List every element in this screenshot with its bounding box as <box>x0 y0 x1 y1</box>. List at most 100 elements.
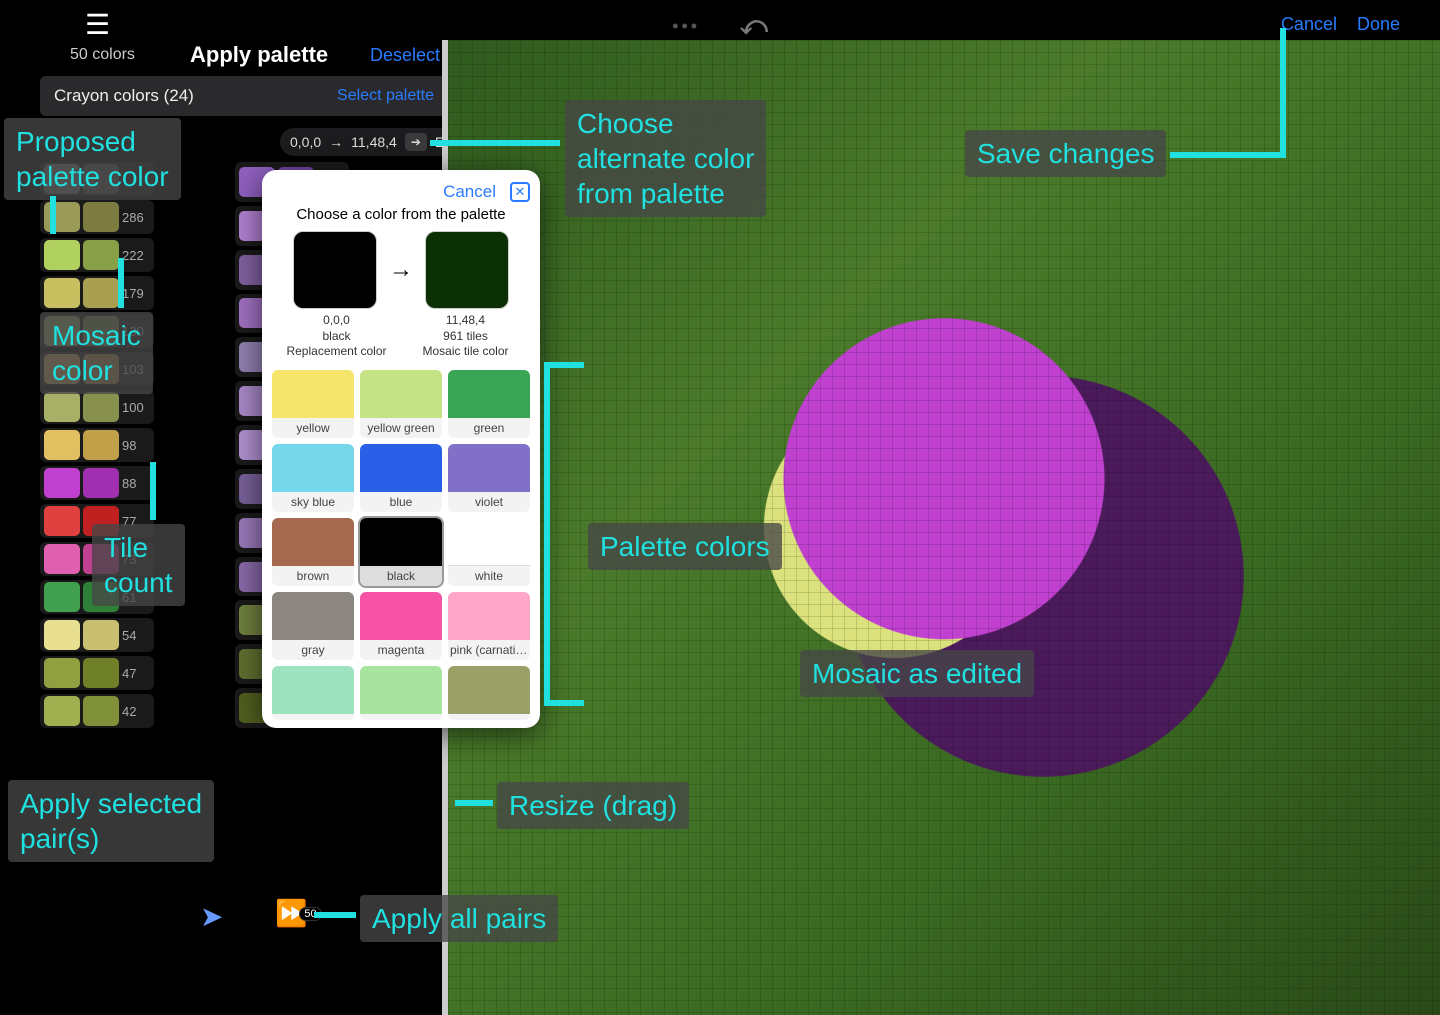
palette-color-blue[interactable]: blue <box>360 444 442 512</box>
color-pair[interactable]: 103 <box>40 352 154 386</box>
proposed-swatch <box>44 278 80 308</box>
cancel-button[interactable]: Cancel <box>1281 14 1337 35</box>
proposed-swatch <box>44 544 80 574</box>
mosaic-swatch <box>83 620 119 650</box>
palette-color-magenta[interactable]: magenta <box>360 592 442 660</box>
more-icon[interactable]: ••• <box>672 16 700 37</box>
color-pair[interactable]: 98 <box>40 428 154 462</box>
deselect-button[interactable]: Deselect <box>370 45 440 66</box>
color-pair[interactable]: 73 <box>40 542 154 576</box>
undo-icon[interactable]: ⤺ <box>740 10 768 42</box>
mosaic-color-swatch <box>425 231 509 309</box>
from-label: Replacement color <box>282 344 392 360</box>
colors-count: 50 colors <box>70 46 135 64</box>
apply-pair-icon[interactable]: ➔ <box>405 133 427 151</box>
proposed-swatch <box>44 658 80 688</box>
palette-color-label: yellow green <box>360 418 442 438</box>
mosaic-swatch <box>83 468 119 498</box>
tilecount: 130 <box>122 324 150 339</box>
palette-color-pink (carnation…[interactable]: pink (carnation… <box>448 592 530 660</box>
palette-color-sky blue[interactable]: sky blue <box>272 444 354 512</box>
palette-color-label: blue <box>360 492 442 512</box>
proposed-swatch <box>44 468 80 498</box>
color-pair[interactable]: 179 <box>40 276 154 310</box>
tilecount: 100 <box>122 400 150 415</box>
palette-color-swatch[interactable] <box>360 666 442 720</box>
popup-title: Choose a color from the palette <box>272 206 530 223</box>
color-picker-popup: Cancel ✕ Choose a color from the palette… <box>262 170 540 728</box>
palette-color-label: violet <box>448 492 530 512</box>
color-pair[interactable]: 61 <box>40 580 154 614</box>
proposed-swatch <box>44 582 80 612</box>
mosaic-swatch <box>83 506 119 536</box>
palette-color-label: yellow <box>272 418 354 438</box>
color-pair[interactable]: 100 <box>40 390 154 424</box>
mapping-pill[interactable]: 0,0,0 → 11,48,4 ➔ Edit <box>280 128 469 156</box>
proposed-swatch <box>44 202 80 232</box>
palette-color-black[interactable]: black <box>360 518 442 586</box>
replacement-color-swatch[interactable] <box>293 231 377 309</box>
palette-color-label: black <box>360 566 442 586</box>
palette-color-swatch[interactable] <box>448 666 530 720</box>
menu-icon[interactable]: ☰ <box>85 8 110 41</box>
tilecount: 179 <box>122 286 150 301</box>
color-pair[interactable]: 286 <box>40 200 154 234</box>
color-pair[interactable] <box>40 162 154 196</box>
tilecount: 61 <box>122 590 150 605</box>
proposed-swatch <box>44 316 80 346</box>
mosaic-preview[interactable] <box>448 40 1440 1015</box>
palette-color-gray[interactable]: gray <box>272 592 354 660</box>
tilecount: 98 <box>122 438 150 453</box>
mosaic-swatch <box>83 544 119 574</box>
color-pair[interactable]: 222 <box>40 238 154 272</box>
tilecount: 77 <box>122 514 150 529</box>
palette-color-label: gray <box>272 640 354 660</box>
tilecount: 73 <box>122 552 150 567</box>
tilecount: 54 <box>122 628 150 643</box>
mosaic-swatch <box>83 278 119 308</box>
palette-color-swatch[interactable] <box>272 666 354 720</box>
proposed-swatch <box>44 430 80 460</box>
apply-selected-icon[interactable]: ➤ <box>200 900 223 933</box>
apply-all-badge: 50 <box>299 907 321 921</box>
color-pair[interactable]: 47 <box>40 656 154 690</box>
mosaic-swatch <box>83 392 119 422</box>
proposed-swatch <box>44 620 80 650</box>
color-pair[interactable]: 88 <box>40 466 154 500</box>
palette-color-yellow[interactable]: yellow <box>272 370 354 438</box>
color-pair[interactable]: 54 <box>40 618 154 652</box>
select-palette-button[interactable]: Select palette <box>337 87 434 105</box>
proposed-swatch <box>44 696 80 726</box>
mosaic-swatch <box>83 354 119 384</box>
palette-color-white[interactable]: white <box>448 518 530 586</box>
color-pair[interactable]: 42 <box>40 694 154 728</box>
apply-all-icon[interactable]: ⏩50 <box>275 898 330 929</box>
done-button[interactable]: Done <box>1357 14 1400 35</box>
palette-color-label: white <box>448 566 530 586</box>
color-pair[interactable]: 77 <box>40 504 154 538</box>
palette-color-brown[interactable]: brown <box>272 518 354 586</box>
pill-to: 11,48,4 <box>351 134 397 150</box>
palette-color-yellow green[interactable]: yellow green <box>360 370 442 438</box>
palette-color-label <box>448 714 530 720</box>
mosaic-swatch <box>83 430 119 460</box>
mosaic-swatch <box>83 582 119 612</box>
palette-color-label <box>272 714 354 720</box>
palette-color-green[interactable]: green <box>448 370 530 438</box>
proposed-swatch <box>44 392 80 422</box>
arrow-icon: → <box>389 256 413 284</box>
mosaic-swatch <box>83 202 119 232</box>
popup-cancel-button[interactable]: Cancel <box>443 182 496 202</box>
palette-select-row[interactable]: Crayon colors (24) Select palette <box>40 76 448 116</box>
color-pair[interactable]: 130 <box>40 314 154 348</box>
from-rgb: 0,0,0 <box>282 313 392 329</box>
palette-color-label: pink (carnation… <box>448 640 530 660</box>
palette-color-label: green <box>448 418 530 438</box>
from-name: black <box>282 329 392 345</box>
mosaic-swatch <box>83 240 119 270</box>
mosaic-swatch <box>83 658 119 688</box>
tilecount: 286 <box>122 210 150 225</box>
palette-color-violet[interactable]: violet <box>448 444 530 512</box>
popup-close-icon[interactable]: ✕ <box>510 182 530 202</box>
tilecount: 42 <box>122 704 150 719</box>
